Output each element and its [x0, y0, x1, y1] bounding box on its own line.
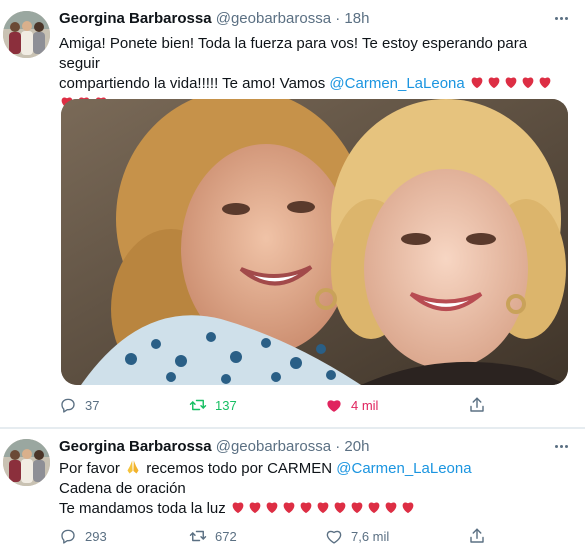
folded-hands-emoji	[124, 459, 142, 475]
separator: ·	[335, 438, 341, 455]
display-name[interactable]: Georgina Barbarossa	[59, 438, 212, 455]
tweet-text-line: Por favor recemos todo por CARMEN @Carme…	[59, 459, 569, 479]
display-name[interactable]: Georgina Barbarossa	[59, 10, 212, 27]
mention-link[interactable]: @Carmen_LaLeona	[336, 460, 471, 477]
tweet-actions: 293 672 7,6 mil	[59, 525, 569, 547]
red-heart-emoji	[281, 499, 298, 515]
heart-icon	[325, 527, 343, 545]
heart-emoji-group	[469, 75, 554, 92]
red-heart-emoji	[332, 499, 349, 515]
user-handle[interactable]: @geobarbarossa	[216, 438, 331, 455]
share-button[interactable]	[468, 525, 486, 547]
reply-button[interactable]: 293	[59, 525, 107, 547]
retweet-icon	[189, 396, 207, 414]
retweet-icon	[189, 527, 207, 545]
retweet-button[interactable]: 137	[189, 394, 237, 416]
share-icon	[468, 527, 486, 545]
tweet-text-segment: Te mandamos toda la luz	[59, 500, 230, 517]
tweet-text-line: Amiga! Ponete bien! Toda la fuerza para …	[59, 35, 528, 72]
red-heart-emoji	[400, 499, 417, 515]
red-heart-emoji	[537, 74, 554, 90]
separator: ·	[335, 10, 341, 27]
red-heart-emoji	[520, 74, 537, 90]
tweet[interactable]: Georgina Barbarossa @geobarbarossa · 18h…	[0, 0, 585, 428]
red-heart-emoji	[486, 74, 503, 90]
user-handle[interactable]: @geobarbarossa	[216, 10, 331, 27]
like-count: 7,6 mil	[351, 528, 390, 544]
red-heart-emoji	[230, 499, 247, 515]
timestamp[interactable]: 20h	[344, 438, 369, 455]
red-heart-emoji	[349, 499, 366, 515]
retweet-button[interactable]: 672	[189, 525, 237, 547]
tweet[interactable]: Georgina Barbarossa @geobarbarossa · 20h…	[0, 428, 585, 552]
retweet-count: 137	[215, 397, 237, 413]
reply-count: 37	[85, 397, 100, 413]
reply-count: 293	[85, 528, 107, 544]
red-heart-emoji	[503, 74, 520, 90]
more-icon[interactable]	[551, 8, 571, 28]
tweet-photo[interactable]	[61, 99, 568, 385]
reply-icon	[59, 396, 77, 414]
tweet-text-segment: compartiendo la vida!!!!! Te amo! Vamos	[59, 75, 330, 92]
tweet-text: Por favor recemos todo por CARMEN @Carme…	[59, 459, 569, 519]
red-heart-emoji	[298, 499, 315, 515]
tweet-text-line: Te mandamos toda la luz	[59, 499, 569, 519]
like-button[interactable]: 7,6 mil	[325, 525, 389, 547]
share-button[interactable]	[468, 394, 486, 416]
tweet-text-segment: recemos todo por CARMEN	[142, 460, 337, 477]
tweet-text-line: compartiendo la vida!!!!! Te amo! Vamos …	[59, 74, 569, 94]
like-count: 4 mil	[351, 397, 379, 413]
tweet-actions: 37 137 4 mil	[59, 394, 569, 416]
red-heart-emoji	[366, 499, 383, 515]
red-heart-emoji	[264, 499, 281, 515]
avatar[interactable]	[3, 11, 50, 58]
reply-icon	[59, 527, 77, 545]
tweet-text-segment: Por favor	[59, 460, 125, 477]
avatar[interactable]	[3, 439, 50, 486]
retweet-count: 672	[215, 528, 237, 544]
timestamp[interactable]: 18h	[344, 10, 369, 27]
red-heart-emoji	[383, 499, 400, 515]
more-icon[interactable]	[551, 436, 571, 456]
tweet-text-line: Cadena de oración	[59, 480, 186, 497]
like-button[interactable]: 4 mil	[325, 394, 378, 416]
share-icon	[468, 396, 486, 414]
heart-emoji-group	[230, 500, 417, 517]
tweet-header: Georgina Barbarossa @geobarbarossa · 20h	[59, 438, 569, 458]
mention-link[interactable]: @Carmen_LaLeona	[329, 75, 464, 92]
tweet-header: Georgina Barbarossa @geobarbarossa · 18h	[59, 10, 569, 30]
red-heart-emoji	[315, 499, 332, 515]
reply-button[interactable]: 37	[59, 394, 99, 416]
red-heart-emoji	[247, 499, 264, 515]
heart-icon	[325, 396, 343, 414]
red-heart-emoji	[469, 74, 486, 90]
